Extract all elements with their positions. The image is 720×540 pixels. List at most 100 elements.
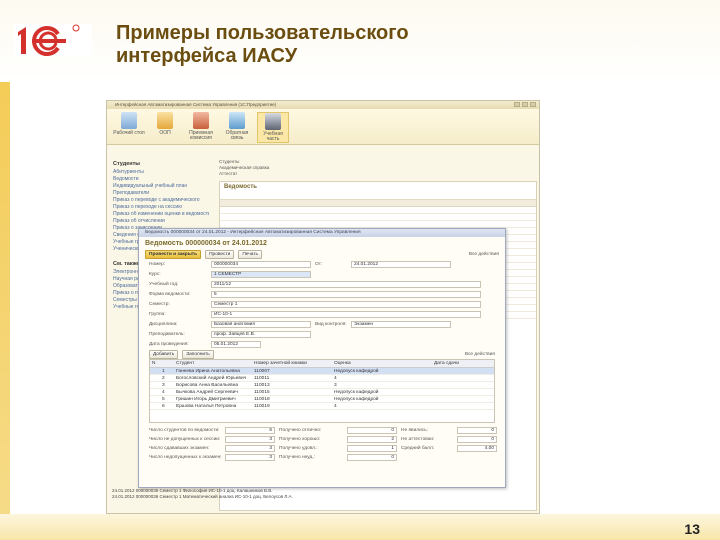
total-value: 2 [347, 436, 397, 443]
subnav-item[interactable]: Аттестат [219, 171, 319, 177]
sidebar-item[interactable]: Приказ о переходе на сессию [109, 204, 209, 211]
grid-col-book[interactable]: Номер зачетной книжки [252, 360, 332, 367]
totals-panel: Число студентов по ведомости: 6 Получено… [139, 423, 505, 466]
maximize-icon[interactable] [522, 102, 528, 107]
discipline-field[interactable]: Базовая анатомия [211, 320, 311, 328]
row-date [432, 382, 492, 388]
field-row-teacher: Преподаватель: проф. Зайцев Е.В. [139, 329, 505, 339]
page-number: 13 [684, 521, 700, 537]
list-header [220, 200, 536, 207]
section-oop[interactable]: ООП [149, 112, 181, 136]
field-label: Группа: [149, 311, 166, 317]
table-row[interactable]: 4 Бычкова Андрей Сергеевич 110015 Недопу… [150, 389, 494, 396]
table-row[interactable]: 6 Ершова Наталья Петровна 110019 4 [150, 403, 494, 410]
academic-year-field[interactable]: 2011/12 [211, 280, 481, 288]
print-button[interactable]: Печать [238, 249, 263, 259]
field-label: Дисциплина: [149, 321, 178, 327]
list-row[interactable] [220, 214, 536, 221]
slide-footer-band [0, 514, 720, 540]
total-value: 3 [225, 445, 275, 452]
fill-button[interactable]: Заполнить [182, 349, 214, 359]
section-label: Учебная часть [263, 131, 283, 142]
field-row-year: Учебный год: 2011/12 [139, 279, 505, 289]
total-label: Число сдававших экзамен: [149, 446, 210, 451]
post-button[interactable]: Провести [205, 249, 235, 259]
row-book: 110019 [254, 404, 270, 409]
table-row[interactable]: 2 Богословский Андрей Юрьевич 110011 4 [150, 375, 494, 382]
total-value: 0 [457, 427, 497, 434]
row-date [432, 403, 492, 409]
number-field[interactable]: 000000034 [211, 260, 311, 268]
row-date [432, 396, 492, 402]
sidebar-item[interactable]: Преподаватели [109, 190, 209, 197]
document-toolbar: Провести и закрыть Провести Печать Все д… [139, 249, 505, 259]
field-label: Учебный год: [149, 281, 179, 287]
all-actions-menu[interactable]: Все действия [469, 252, 499, 257]
grid-col-date[interactable]: Дата сдачи [432, 360, 492, 367]
total-label: Не явились: [401, 428, 428, 433]
field-row-discipline: Дисциплина: Базовая анатомия Вид контрол… [139, 319, 505, 329]
row-student: Богословский Андрей Юрьевич [176, 376, 247, 381]
table-row[interactable]: 1 Ганеева Ирина Анатольевна 110007 Недоп… [150, 368, 494, 375]
sidebar-item[interactable]: Абитуриенты [109, 169, 209, 176]
section-academic[interactable]: Учебная часть [257, 112, 289, 143]
form-field[interactable]: 5 [211, 290, 481, 298]
section-label: Приемная комиссия [189, 130, 213, 141]
add-row-button[interactable]: Добавить [149, 349, 179, 359]
list-row[interactable] [220, 207, 536, 214]
sidebar-item[interactable]: Индивидуальный учебный план [109, 183, 209, 190]
table-row[interactable]: 5 Гришин Игорь Дмитриевич 110018 Недопус… [150, 396, 494, 403]
exam-date-field[interactable]: 05.01.2012 [211, 340, 261, 348]
list-row[interactable] [220, 221, 536, 228]
grid-all-actions-menu[interactable]: Все действия [465, 352, 495, 357]
field-label: Семестр: [149, 301, 170, 307]
date-field[interactable]: 24.01.2012 [351, 260, 451, 268]
total-label: Число недопущенных к экзамену: [149, 455, 221, 460]
section-admissions[interactable]: Приемная комиссия [185, 112, 217, 141]
control-type-field[interactable]: Экзамен [351, 320, 451, 328]
total-label: Получено неуд.: [279, 455, 315, 460]
row-number: 5 [162, 397, 165, 402]
list-toolbar [220, 192, 536, 200]
grid-col-student[interactable]: Студент [174, 360, 252, 367]
field-row-form: Форма ведомости: 5 [139, 289, 505, 299]
sidebar-item[interactable]: Приказ об изменении оценки в ведомости [109, 211, 209, 218]
section-label: Рабочий стол [113, 130, 145, 136]
total-label [401, 454, 453, 462]
row-student: Бычкова Андрей Сергеевич [176, 390, 238, 395]
group-field[interactable]: ИС-10-1 [211, 310, 481, 318]
document-window: Ведомость 000000034 от 24.01.2012 - Инте… [138, 228, 506, 488]
row-student: Борисова Анна Васильевна [176, 383, 239, 388]
total-label: Средний балл: [401, 446, 435, 451]
section-desktop[interactable]: Рабочий стол [113, 112, 145, 136]
row-number: 3 [162, 383, 165, 388]
row-grade: 4 [334, 404, 337, 409]
close-icon[interactable] [530, 102, 536, 107]
sidebar-item[interactable]: Приказ об отчислении [109, 218, 209, 225]
row-date [432, 389, 492, 395]
total-value: 3 [225, 454, 275, 461]
field-row-course: Курс: 1 СЕМЕСТР [139, 269, 505, 279]
course-field[interactable]: 1 СЕМЕСТР [211, 270, 311, 278]
grid-col-n[interactable]: N [150, 360, 160, 367]
post-and-close-button[interactable]: Провести и закрыть [145, 249, 202, 259]
list-row[interactable]: 24.01.2012 000000036 Семестр 1 Математич… [112, 494, 430, 500]
subnav: Студенты Академическая справка Аттестат [219, 159, 319, 177]
sidebar-title: Студенты [113, 161, 140, 167]
total-label: Получено хорошо: [279, 437, 321, 442]
row-grade: Недопуск кафедрой [334, 390, 379, 395]
table-row[interactable]: 3 Борисова Анна Васильевна 110013 3 [150, 382, 494, 389]
minimize-icon[interactable] [514, 102, 520, 107]
row-grade: Недопуск кафедрой [334, 369, 379, 374]
total-label: Число студентов по ведомости: [149, 428, 220, 433]
teacher-field[interactable]: проф. Зайцев Е.В. [211, 330, 311, 338]
row-student: Гришин Игорь Дмитриевич [176, 397, 236, 402]
row-grade: 3 [334, 383, 337, 388]
section-feedback[interactable]: Обратная связь [221, 112, 253, 141]
row-grade: 4 [334, 376, 337, 381]
grid-col-grade[interactable]: Оценка [332, 360, 432, 367]
semester-field[interactable]: Семестр 1 [211, 300, 481, 308]
sidebar-item[interactable]: Приказ о переводе с академического [109, 197, 209, 204]
row-number: 2 [162, 376, 165, 381]
sidebar-item[interactable]: Ведомости [109, 176, 209, 183]
